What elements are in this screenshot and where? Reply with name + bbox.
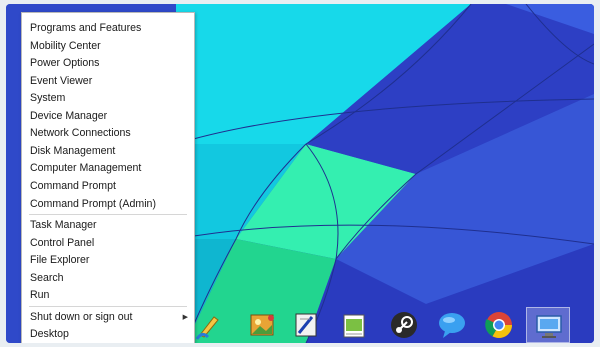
menu-item-control-panel[interactable]: Control Panel <box>22 235 194 252</box>
notepad-icon[interactable] <box>338 309 370 341</box>
menu-item-label: Computer Management <box>30 162 142 175</box>
menu-item-device-manager[interactable]: Device Manager <box>22 108 194 125</box>
steam-icon[interactable] <box>388 309 420 341</box>
paint-icon[interactable] <box>194 309 226 341</box>
menu-item-label: Power Options <box>30 57 100 70</box>
chrome-icon[interactable] <box>483 309 515 341</box>
menu-item-shut-down-or-sign-out[interactable]: Shut down or sign out ▶ <box>22 309 194 326</box>
menu-item-label: Disk Management <box>30 144 116 157</box>
menu-item-label: Mobility Center <box>30 39 101 52</box>
menu-item-label: Programs and Features <box>30 22 142 34</box>
menu-item-network-connections[interactable]: Network Connections <box>22 125 194 142</box>
menu-item-command-prompt-admin[interactable]: Command Prompt (Admin) <box>22 196 194 213</box>
menu-item-label: Run <box>30 289 50 302</box>
menu-item-label: Command Prompt (Admin) <box>30 197 156 210</box>
desktop-screen: Programs and Features Mobility Center Powe… <box>6 4 594 343</box>
menu-item-programs-and-features[interactable]: Programs and Features <box>22 20 194 37</box>
menu-item-label: Network Connections <box>30 127 131 140</box>
menu-item-power-options[interactable]: Power Options <box>22 55 194 72</box>
submenu-arrow-icon: ▶ <box>182 313 188 321</box>
menu-item-label: Desktop <box>30 328 69 341</box>
menu-item-file-explorer[interactable]: File Explorer <box>22 252 194 269</box>
active-taskbar-button[interactable] <box>526 307 570 343</box>
menu-item-task-manager[interactable]: Task Manager <box>22 217 194 234</box>
menu-item-label: File Explorer <box>30 254 90 267</box>
menu-item-label: System <box>30 92 66 105</box>
remote-desktop-icon <box>536 315 562 338</box>
menu-separator <box>29 214 187 216</box>
snipping-tool-icon[interactable] <box>290 309 322 341</box>
power-user-menu: Programs and Features Mobility Center Powe… <box>21 12 195 343</box>
photo-viewer-icon[interactable] <box>246 309 278 341</box>
menu-item-label: Event Viewer <box>30 74 93 87</box>
menu-item-label: Shut down or sign out <box>30 310 133 323</box>
menu-item-label: Device Manager <box>30 109 108 122</box>
menu-item-desktop[interactable]: Desktop <box>22 326 194 343</box>
chat-icon[interactable] <box>436 309 468 341</box>
menu-item-search[interactable]: Search <box>22 270 194 287</box>
menu-item-label: Control Panel <box>30 236 95 249</box>
menu-item-label: Task Manager <box>30 219 97 232</box>
menu-item-mobility-center[interactable]: Mobility Center <box>22 38 194 55</box>
menu-item-event-viewer[interactable]: Event Viewer <box>22 73 194 90</box>
menu-item-run[interactable]: Run <box>22 287 194 304</box>
menu-item-computer-management[interactable]: Computer Management <box>22 160 194 177</box>
menu-item-command-prompt[interactable]: Command Prompt <box>22 178 194 195</box>
menu-separator <box>29 305 187 307</box>
menu-item-system[interactable]: System <box>22 90 194 107</box>
menu-item-label: Search <box>30 271 64 284</box>
menu-item-disk-management[interactable]: Disk Management <box>22 143 194 160</box>
menu-item-label: Command Prompt <box>30 180 116 192</box>
